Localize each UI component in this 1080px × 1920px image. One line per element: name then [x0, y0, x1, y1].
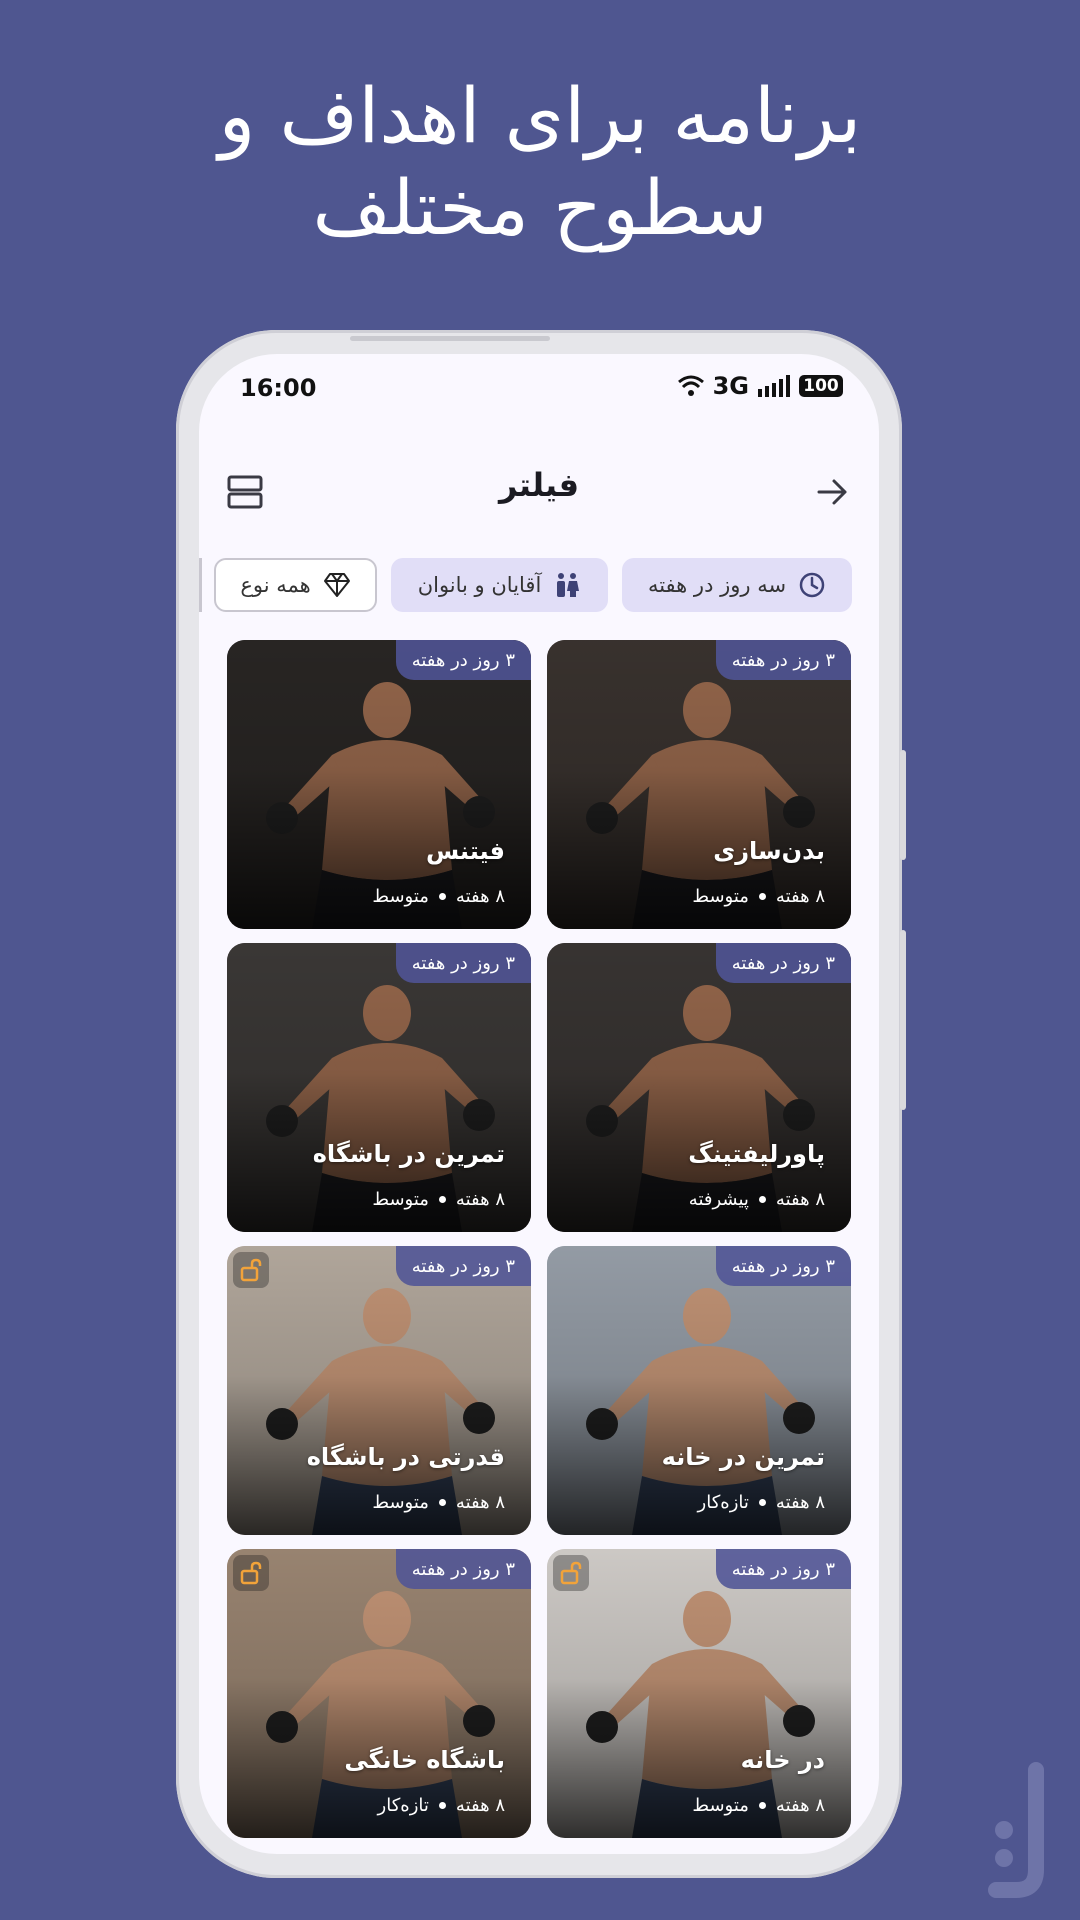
diamond-icon — [323, 573, 350, 597]
badge-label: ۳ روز در هفته — [731, 649, 835, 671]
program-level: متوسط — [692, 886, 749, 907]
program-card[interactable]: ۳ روز در هفته باشگاه خانگی ۸ هفته تازه‌ک… — [227, 1549, 531, 1838]
program-meta: ۸ هفته پیشرفته — [689, 1189, 825, 1210]
unlock-icon — [233, 1555, 269, 1591]
signal-icon — [758, 375, 790, 397]
program-level: تازه‌کار — [697, 1492, 749, 1513]
program-meta: ۸ هفته تازه‌کار — [378, 1795, 505, 1816]
frequency-badge: ۳ روز در هفته — [395, 640, 531, 680]
program-duration: ۸ هفته — [455, 1492, 505, 1513]
filter-chip-label: آقایان و بانوان — [417, 573, 542, 597]
program-duration: ۸ هفته — [775, 886, 825, 907]
program-level: متوسط — [372, 1492, 429, 1513]
filter-chip-label: سه روز در هفته — [647, 573, 787, 597]
filter-chip-days[interactable]: سه روز در هفته — [622, 558, 852, 612]
promo-headline: برنامه برای اهداف و سطوح مختلف — [0, 70, 1080, 254]
frequency-badge: ۳ روز در هفته — [715, 1549, 851, 1589]
badge-label: ۳ روز در هفته — [731, 952, 835, 974]
clock-icon — [799, 572, 825, 598]
program-title: در خانه — [740, 1746, 825, 1774]
badge-label: ۳ روز در هفته — [411, 1255, 515, 1277]
frequency-badge: ۳ روز در هفته — [715, 943, 851, 983]
program-title: پاورلیفتینگ — [688, 1140, 825, 1168]
badge-label: ۳ روز در هفته — [731, 1255, 835, 1277]
program-card[interactable]: ۳ روز در هفته تمرین در خانه ۸ هفته تازه‌… — [547, 1246, 851, 1535]
separator-dot — [438, 1499, 446, 1506]
program-card[interactable]: ۳ روز در هفته پاورلیفتینگ ۸ هفته پیشرفته — [547, 943, 851, 1232]
program-duration: ۸ هفته — [455, 886, 505, 907]
wifi-icon — [677, 375, 704, 396]
program-meta: ۸ هفته تازه‌کار — [698, 1492, 825, 1513]
frequency-badge: ۳ روز در هفته — [395, 943, 531, 983]
arrow-forward-icon[interactable] — [811, 470, 855, 514]
filter-chip-gender[interactable]: آقایان و بانوان — [391, 558, 608, 612]
network-type: 3G — [712, 372, 749, 400]
separator-dot — [758, 893, 766, 900]
people-icon — [557, 573, 580, 597]
program-title: تمرین در خانه — [661, 1443, 825, 1471]
unlock-icon — [233, 1252, 269, 1288]
frequency-badge: ۳ روز در هفته — [395, 1246, 531, 1286]
status-icons: 3G 100 — [677, 372, 843, 400]
unlock-icon — [553, 1555, 589, 1591]
headline-line-2: سطوح مختلف — [312, 163, 768, 252]
store-watermark-logo — [988, 1762, 1044, 1898]
program-title: بدن‌سازی — [713, 837, 825, 865]
filter-chips: سه روز در هفته آقایان و بانوان همه نوع — [199, 558, 879, 614]
program-duration: ۸ هفته — [775, 1795, 825, 1816]
program-level: پیشرفته — [688, 1189, 749, 1210]
program-level: متوسط — [372, 886, 429, 907]
program-card[interactable]: ۳ روز در هفته قدرتی در باشگاه ۸ هفته متو… — [227, 1246, 531, 1535]
app-bar: فیلتر — [199, 446, 879, 536]
page-title: فیلتر — [498, 466, 580, 504]
program-card[interactable]: ۳ روز در هفته تمرین در باشگاه ۸ هفته متو… — [227, 943, 531, 1232]
program-card[interactable]: ۳ روز در هفته فیتنس ۸ هفته متوسط — [227, 640, 531, 929]
program-duration: ۸ هفته — [775, 1492, 825, 1513]
badge-label: ۳ روز در هفته — [411, 1558, 515, 1580]
program-meta: ۸ هفته متوسط — [372, 1492, 505, 1513]
program-duration: ۸ هفته — [775, 1189, 825, 1210]
separator-dot — [758, 1499, 766, 1506]
frequency-badge: ۳ روز در هفته — [715, 1246, 851, 1286]
program-title: باشگاه خانگی — [344, 1746, 505, 1774]
program-level: متوسط — [372, 1189, 429, 1210]
headline-line-1: برنامه برای اهداف و — [218, 71, 862, 160]
program-title: قدرتی در باشگاه — [306, 1443, 505, 1471]
phone-speaker — [350, 336, 550, 341]
badge-label: ۳ روز در هفته — [411, 952, 515, 974]
program-meta: ۸ هفته متوسط — [372, 886, 505, 907]
separator-dot — [758, 1802, 766, 1809]
program-meta: ۸ هفته متوسط — [372, 1189, 505, 1210]
badge-label: ۳ روز در هفته — [411, 649, 515, 671]
separator-dot — [438, 893, 446, 900]
phone-screen: 16:00 3G 100 فیلتر سه روز در هفته آقایان… — [199, 354, 879, 1854]
separator-dot — [758, 1196, 766, 1203]
battery-icon: 100 — [799, 375, 843, 397]
program-level: متوسط — [692, 1795, 749, 1816]
program-level: تازه‌کار — [377, 1795, 429, 1816]
phone-side-button — [900, 750, 906, 860]
program-duration: ۸ هفته — [455, 1189, 505, 1210]
program-title: تمرین در باشگاه — [312, 1140, 505, 1168]
status-bar: 16:00 3G 100 — [199, 354, 879, 418]
phone-side-button — [900, 930, 906, 1110]
filter-chip-type[interactable]: همه نوع — [214, 558, 377, 612]
badge-label: ۳ روز در هفته — [731, 1558, 835, 1580]
frequency-badge: ۳ روز در هفته — [395, 1549, 531, 1589]
program-duration: ۸ هفته — [455, 1795, 505, 1816]
program-card[interactable]: ۳ روز در هفته در خانه ۸ هفته متوسط — [547, 1549, 851, 1838]
program-meta: ۸ هفته متوسط — [692, 1795, 825, 1816]
program-meta: ۸ هفته متوسط — [692, 886, 825, 907]
program-card[interactable]: ۳ روز در هفته بدن‌سازی ۸ هفته متوسط — [547, 640, 851, 929]
separator-dot — [438, 1196, 446, 1203]
separator-dot — [438, 1802, 446, 1809]
program-title: فیتنس — [425, 837, 505, 865]
status-time: 16:00 — [240, 374, 317, 402]
frequency-badge: ۳ روز در هفته — [715, 640, 851, 680]
filter-chip-label: همه نوع — [240, 573, 311, 597]
chip-overflow-edge — [199, 558, 202, 612]
